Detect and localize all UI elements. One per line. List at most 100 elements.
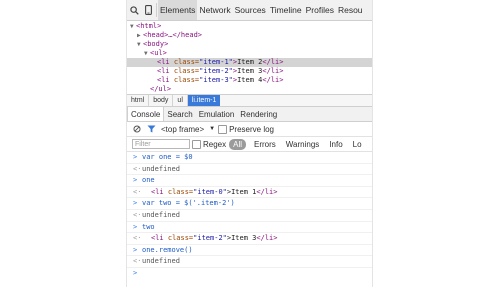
result-arrow-icon: <· [133,234,142,243]
li-text: >Item 1 [226,187,257,196]
result-arrow-icon: <· [133,210,142,219]
li-close: </li> [262,58,284,66]
breadcrumb-body[interactable]: body [149,95,174,106]
tab-emulation[interactable]: Emulation [196,107,238,121]
dom-node-body[interactable]: ▼ <body> [127,40,372,49]
li-close: </li> [262,67,284,75]
tab-timeline[interactable]: Timeline [268,0,304,20]
li-attr-value: "item-1" [199,58,233,66]
li-attr-name: class= [173,76,200,84]
frame-selector-label: <top frame> [161,124,205,134]
level-warnings-button[interactable]: Warnings [281,140,325,149]
preserve-log-checkbox[interactable] [218,124,228,134]
console-input-text: two [142,222,155,231]
tab-elements[interactable]: Elements [158,0,198,20]
console-input-text: var one = $0 [142,153,193,161]
breadcrumb: html body ul li.item-1 [127,94,372,107]
li-attr-value: "item-2" [193,234,227,243]
li-text: Item 3 [237,67,263,75]
console-input-text: var two = $('.item-2') [142,199,235,208]
toolbar-divider [156,3,157,17]
li-text: Item 2 [237,58,263,66]
li-attr-value: "item-0" [193,187,227,196]
li-attr-value: "item-3" [199,76,233,84]
console-element-output[interactable]: <· <li class="item-0">Item 1</li> [127,187,372,199]
level-info-button[interactable]: Info [324,140,347,149]
console-output-line: <· undefined [127,164,372,176]
console-input-text: one [142,176,155,185]
frame-selector[interactable]: <top frame> [161,125,204,134]
regex-checkbox[interactable] [192,139,201,149]
li-attr-value: "item-2" [199,67,233,75]
tab-sources[interactable]: Sources [233,0,268,20]
console-output-line: <· undefined [127,256,372,268]
tab-rendering[interactable]: Rendering [237,107,280,121]
dropdown-triangle-icon[interactable]: ▼ [209,126,215,132]
input-prompt-icon: > [133,199,138,208]
tag-ul: <ul> [150,49,167,57]
drawer-tabs: Console Search Emulation Rendering [127,107,372,122]
elements-tree: ▼ <html> ▶ <head>…</head> ▼ <body> ▼ <ul> <l… [127,22,372,94]
li-open: <li [151,187,168,196]
tag-body: <body> [143,40,169,48]
dom-node-li-item-2[interactable]: <li class="item-2">Item 3</li> [127,67,372,76]
filter-icon [147,125,155,133]
console-output-text: undefined [142,164,180,173]
dom-node-head[interactable]: ▶ <head>…</head> [127,31,372,40]
li-close: </li> [256,234,278,243]
console-input-line: > one.remove() [127,245,372,257]
dom-node-ul-close[interactable]: </ul> [127,85,372,94]
li-open: <li [157,67,174,75]
tag-ul-close: </ul> [150,85,172,93]
level-logs-button[interactable]: Lo [348,140,367,149]
breadcrumb-ul[interactable]: ul [173,95,188,106]
console-filter-bar: Filter Regex All Errors Warnings Info Lo [127,137,372,152]
regex-label: Regex [203,139,227,149]
tag-html: <html> [136,22,162,30]
li-text: >Item 3 [226,234,257,243]
level-errors-button[interactable]: Errors [249,140,281,149]
tab-search[interactable]: Search [164,107,195,121]
input-prompt-icon: > [133,268,138,277]
li-open: <li [157,58,174,66]
inspect-element-button[interactable] [127,0,141,20]
li-attr-name: class= [167,234,194,243]
dom-node-ul[interactable]: ▼ <ul> [127,49,372,58]
breadcrumb-html[interactable]: html [127,95,150,106]
preserve-log-label: Preserve log [229,124,275,134]
console-toolbar: <top frame> ▼ Preserve log [127,122,372,137]
clear-console-button[interactable] [130,122,144,136]
console-prompt[interactable]: > [127,268,372,280]
filter-input[interactable]: Filter [132,139,190,149]
console-log: > var one = $0 <· undefined > one <· <li cla… [127,152,372,280]
tab-resources[interactable]: Resou [336,0,365,20]
li-attr-name: class= [167,187,194,196]
input-prompt-icon: > [133,245,138,254]
console-input-line: > var two = $('.item-2') [127,198,372,210]
dom-node-li-item-3[interactable]: <li class="item-3">Item 4</li> [127,76,372,85]
console-input-line: > two [127,222,372,234]
level-all-button[interactable]: All [229,138,247,150]
devtools-toolbar: Elements Network Sources Timeline Profil… [127,0,372,21]
console-input-line: > var one = $0 [127,152,372,164]
tab-console[interactable]: Console [127,107,165,121]
device-mode-button[interactable] [141,0,155,20]
filter-toggle-button[interactable] [144,122,158,136]
console-output-text: undefined [142,210,180,219]
dom-node-li-item-1[interactable]: <li class="item-1">Item 2</li> [127,58,372,67]
input-prompt-icon: > [133,222,138,231]
clear-icon [133,125,141,133]
devtools-panel: Elements Network Sources Timeline Profil… [126,0,373,287]
input-prompt-icon: > [133,153,138,161]
tab-profiles[interactable]: Profiles [304,0,336,20]
tab-network[interactable]: Network [197,0,232,20]
breadcrumb-li-item-1[interactable]: li.item-1 [187,95,221,106]
input-prompt-icon: > [133,176,138,185]
result-arrow-icon: <· [133,164,142,173]
li-attr-name: class= [173,58,200,66]
li-open: <li [151,234,168,243]
console-element-output[interactable]: <· <li class="item-2">Item 3</li> [127,233,372,245]
console-input-text: one.remove() [142,245,193,254]
result-arrow-icon: <· [133,187,142,196]
dom-node-html[interactable]: ▼ <html> [127,22,372,31]
